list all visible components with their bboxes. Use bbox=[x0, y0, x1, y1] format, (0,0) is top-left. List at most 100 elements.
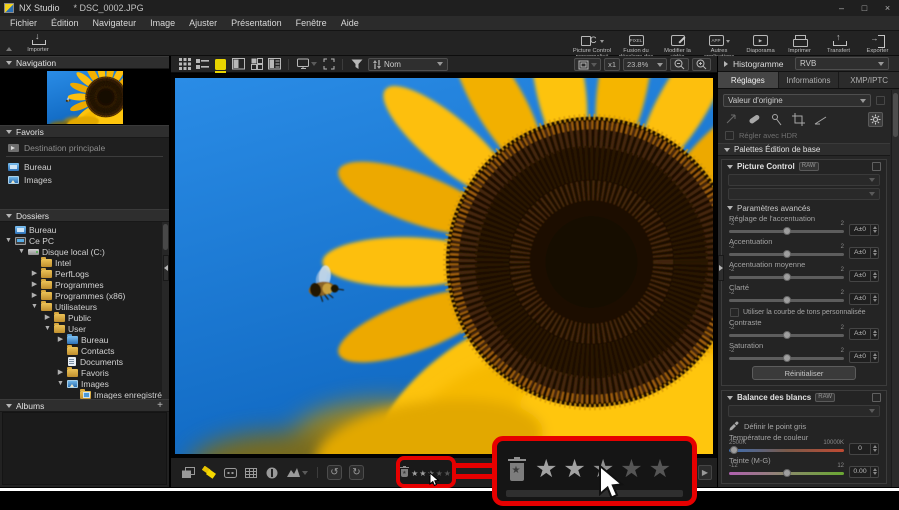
tree-item-contacts[interactable]: Contacts bbox=[0, 344, 169, 356]
exporter-button[interactable]: Exporter bbox=[858, 34, 897, 55]
expand-arrow-icon[interactable]: ▶ bbox=[57, 367, 64, 378]
star-2[interactable]: ★ bbox=[419, 469, 426, 478]
compare-before-after-icon[interactable] bbox=[725, 113, 738, 126]
slider-track[interactable] bbox=[729, 227, 844, 235]
expand-arrow-icon[interactable]: ▶ bbox=[31, 290, 38, 301]
expand-arrow-icon[interactable] bbox=[724, 60, 728, 67]
collapse-arrow-icon[interactable]: ▼ bbox=[57, 378, 64, 389]
tree-scrollbar[interactable] bbox=[162, 222, 169, 399]
imprimer-button[interactable]: Imprimer bbox=[780, 34, 819, 54]
collapse-arrow-icon[interactable] bbox=[727, 164, 733, 169]
undo-button[interactable]: ↺ bbox=[327, 465, 342, 480]
tree-item-ce-pc[interactable]: ▼ Ce PC bbox=[0, 235, 169, 246]
spinner[interactable] bbox=[870, 328, 878, 339]
next-image-button[interactable]: ▶ bbox=[698, 465, 712, 480]
toolbar-collapse-icon[interactable] bbox=[6, 47, 12, 51]
histogram-overlay-caret-icon[interactable] bbox=[302, 470, 308, 475]
slider-thumb[interactable] bbox=[782, 273, 791, 281]
favoris-item-images[interactable]: Images bbox=[0, 173, 169, 186]
slider-value[interactable]: A±0 bbox=[849, 350, 879, 363]
histogram-channel-select[interactable]: RVB bbox=[795, 57, 889, 70]
slider-track[interactable] bbox=[729, 273, 844, 281]
tree-item-disque-local-c[interactable]: ▼ Disque local (C:) bbox=[0, 246, 169, 257]
tab-xmp-iptc[interactable]: XMP/IPTC bbox=[839, 72, 899, 88]
collapse-arrow-icon[interactable]: ▼ bbox=[5, 235, 12, 246]
star-5[interactable]: ★ bbox=[444, 469, 451, 478]
slider-track[interactable] bbox=[729, 250, 844, 258]
remove-rating-icon[interactable]: ★ bbox=[508, 456, 526, 482]
compare-view-icon[interactable] bbox=[250, 58, 263, 71]
tab-informations[interactable]: Informations bbox=[778, 72, 839, 88]
temperature-value[interactable]: 0 bbox=[849, 442, 879, 455]
navigation-header[interactable]: Navigation bbox=[0, 56, 169, 69]
tree-item-favoris[interactable]: ▶ Favoris bbox=[0, 366, 169, 378]
menu-presentation[interactable]: Présentation bbox=[224, 16, 289, 30]
spinner[interactable] bbox=[870, 466, 878, 477]
spinner[interactable] bbox=[870, 224, 878, 235]
expand-arrow-icon[interactable]: ▶ bbox=[57, 334, 64, 345]
slider-value[interactable]: A±0 bbox=[849, 223, 879, 236]
collapse-arrow-icon[interactable]: ▼ bbox=[31, 301, 38, 312]
fullscreen-icon[interactable] bbox=[322, 58, 335, 71]
expand-arrow-icon[interactable]: ▶ bbox=[31, 279, 38, 290]
star-1[interactable]: ★ bbox=[411, 469, 418, 478]
sort-select[interactable]: Nom bbox=[368, 57, 448, 71]
slider-thumb[interactable] bbox=[729, 446, 738, 454]
image-filmstrip-view-icon[interactable] bbox=[232, 58, 245, 71]
histogram-overlay-icon[interactable] bbox=[286, 466, 300, 480]
slider-thumb[interactable] bbox=[782, 469, 791, 477]
custom-curve-checkbox[interactable] bbox=[730, 308, 739, 317]
menu-fenetre[interactable]: Fenêtre bbox=[289, 16, 334, 30]
panel-collapse-handle[interactable] bbox=[718, 255, 724, 281]
frame-number-icon[interactable] bbox=[223, 466, 237, 480]
redo-button[interactable]: ↻ bbox=[349, 465, 364, 480]
slider-value[interactable]: A±0 bbox=[849, 327, 879, 340]
tree-item-intel[interactable]: Intel bbox=[0, 256, 169, 268]
label-tags-icon[interactable] bbox=[202, 466, 216, 480]
filter-icon[interactable] bbox=[350, 58, 363, 71]
zoom-out-button[interactable] bbox=[670, 58, 689, 71]
star-2[interactable]: ★ bbox=[563, 454, 585, 483]
zoom-in-button[interactable] bbox=[692, 58, 711, 71]
panel-scrollbar[interactable] bbox=[891, 90, 899, 487]
zoom-level-select[interactable]: 23.8% bbox=[623, 58, 667, 71]
crop-icon[interactable] bbox=[792, 113, 805, 126]
gray-point-button[interactable]: Définir le point gris bbox=[722, 419, 886, 433]
collapse-arrow-icon[interactable]: ▼ bbox=[18, 246, 25, 257]
tree-item-images-enregistrees[interactable]: Images enregistrées bbox=[0, 388, 169, 399]
import-button[interactable]: Importer bbox=[16, 31, 60, 53]
split-list-view-icon[interactable] bbox=[268, 58, 281, 71]
monitor-caret-icon[interactable] bbox=[311, 62, 317, 66]
menu-edition[interactable]: Édition bbox=[44, 16, 86, 30]
slider-value[interactable]: A±0 bbox=[849, 292, 879, 305]
collapse-arrow-icon[interactable]: ▼ bbox=[44, 323, 51, 334]
panel-scrollbar-thumb[interactable] bbox=[893, 93, 898, 137]
tab-reglages[interactable]: Réglages bbox=[718, 72, 778, 88]
dossiers-header[interactable]: Dossiers bbox=[0, 209, 169, 222]
transfert-button[interactable]: Transfert bbox=[819, 32, 858, 55]
expand-arrow-icon[interactable]: ▶ bbox=[44, 312, 51, 323]
minimize-button[interactable]: – bbox=[830, 0, 853, 16]
spinner[interactable] bbox=[870, 293, 878, 304]
menu-navigateur[interactable]: Navigateur bbox=[86, 16, 144, 30]
fit-screen-button[interactable] bbox=[574, 58, 602, 71]
spinner[interactable] bbox=[870, 270, 878, 281]
diaporama-button[interactable]: ▶ Diaporama bbox=[741, 34, 780, 54]
maximize-button[interactable]: □ bbox=[853, 0, 876, 16]
menu-image[interactable]: Image bbox=[143, 16, 182, 30]
close-button[interactable]: × bbox=[876, 0, 899, 16]
expand-arrow-icon[interactable]: ▶ bbox=[31, 268, 38, 279]
menu-fichier[interactable]: Fichier bbox=[3, 16, 44, 30]
slider-thumb[interactable] bbox=[782, 296, 791, 304]
tree-item-public[interactable]: ▶ Public bbox=[0, 311, 169, 323]
tree-item-programmes-x86[interactable]: ▶ Programmes (x86) bbox=[0, 289, 169, 301]
white-balance-select[interactable] bbox=[728, 405, 880, 417]
tool-options-button[interactable] bbox=[868, 112, 883, 127]
list-view-icon[interactable] bbox=[196, 58, 209, 71]
albums-header[interactable]: Albums + bbox=[0, 399, 169, 412]
zoom-1to1-button[interactable]: x1 bbox=[604, 58, 620, 71]
second-monitor-icon[interactable] bbox=[296, 58, 309, 71]
remove-rating-icon[interactable]: ★ bbox=[400, 466, 410, 478]
thumbnail-grid-view-icon[interactable] bbox=[178, 58, 191, 71]
slider-thumb[interactable] bbox=[782, 354, 791, 362]
